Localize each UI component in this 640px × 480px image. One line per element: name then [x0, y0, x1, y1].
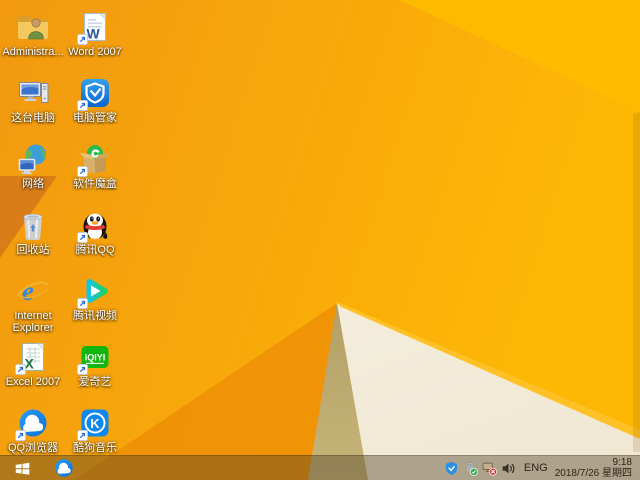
desktop-icon-excel-2007[interactable]: X Excel 2007 — [2, 336, 64, 402]
desktop-icon-network[interactable]: 网络 — [2, 138, 64, 204]
desktop-icon-word-2007[interactable]: W Word 2007 — [64, 6, 126, 72]
qq-browser-icon — [53, 457, 75, 479]
desktop-icon-grid: Administra... W Word 2007 这台电脑 电脑管家网络 软件魔盒回收站… — [2, 6, 126, 468]
desktop-icon-label: 软件魔盒 — [73, 178, 117, 190]
internet-explorer-icon: e — [16, 274, 50, 308]
iqiyi-icon: iQIYI — [78, 340, 112, 374]
desktop-icon-label: Internet Explorer — [2, 310, 64, 335]
shortcut-arrow-icon — [15, 430, 26, 441]
network-icon — [16, 142, 50, 176]
svg-text:iQIYI: iQIYI — [85, 353, 106, 363]
tencent-video-icon — [78, 274, 112, 308]
clock-time: 9:18 — [555, 457, 632, 469]
desktop-icon-user-folder[interactable]: Administra... — [2, 6, 64, 72]
this-pc-icon — [16, 76, 50, 110]
desktop-icon-label: 网络 — [22, 178, 44, 190]
shortcut-arrow-icon — [77, 232, 88, 243]
desktop-icon-label: 腾讯QQ — [75, 244, 114, 256]
clock-date: 2018/7/26 星期四 — [555, 468, 632, 480]
shortcut-arrow-icon — [77, 364, 88, 375]
shortcut-arrow-icon — [77, 34, 88, 45]
excel-2007-icon: X — [16, 340, 50, 374]
desktop-icon-label: Administra... — [2, 46, 63, 58]
system-tray — [444, 456, 516, 480]
desktop-icon-this-pc[interactable]: 这台电脑 — [2, 72, 64, 138]
taskbar: ENG 9:18 2018/7/26 星期四 — [0, 455, 640, 480]
desktop-icon-pc-manager[interactable]: 电脑管家 — [64, 72, 126, 138]
svg-text:K: K — [90, 416, 100, 431]
tencent-qq-icon — [78, 208, 112, 242]
pc-manager-tray-icon[interactable] — [444, 461, 459, 476]
desktop-icon-internet-explorer[interactable]: e Internet Explorer — [2, 270, 64, 336]
software-box-icon — [78, 142, 112, 176]
recycle-bin-icon — [16, 208, 50, 242]
shortcut-arrow-icon — [15, 364, 26, 375]
desktop-icon-label: QQ浏览器 — [8, 442, 58, 454]
desktop-icon-tencent-video[interactable]: 腾讯视频 — [64, 270, 126, 336]
taskbar-item-qq-browser[interactable] — [44, 457, 84, 479]
network-error-tray-icon[interactable] — [482, 461, 497, 476]
qq-browser-icon — [16, 406, 50, 440]
usb-safe-tray-icon[interactable] — [463, 461, 478, 476]
shortcut-arrow-icon — [77, 298, 88, 309]
desktop-icon-label: Excel 2007 — [6, 376, 60, 388]
windows-flag-icon — [13, 459, 32, 478]
svg-text:e: e — [22, 276, 34, 306]
desktop-icon-recycle-bin[interactable]: 回收站 — [2, 204, 64, 270]
start-button[interactable] — [0, 456, 44, 480]
desktop-icon-software-box[interactable]: 软件魔盒 — [64, 138, 126, 204]
shortcut-arrow-icon — [77, 100, 88, 111]
volume-tray-icon[interactable] — [501, 461, 516, 476]
desktop-icon-iqiyi[interactable]: iQIYI 爱奇艺 — [64, 336, 126, 402]
taskbar-clock[interactable]: 9:18 2018/7/26 星期四 — [555, 457, 632, 480]
pc-manager-icon — [78, 76, 112, 110]
word-2007-icon: W — [78, 10, 112, 44]
language-indicator[interactable]: ENG — [524, 462, 548, 474]
desktop-icon-label: 酷狗音乐 — [73, 442, 117, 454]
desktop-icon-label: 回收站 — [17, 244, 50, 256]
svg-text:X: X — [25, 356, 35, 372]
desktop-icon-label: 电脑管家 — [73, 112, 117, 124]
desktop-icon-tencent-qq[interactable]: 腾讯QQ — [64, 204, 126, 270]
svg-text:W: W — [87, 26, 101, 42]
taskbar-pinned-items — [44, 457, 84, 479]
desktop-icon-label: Word 2007 — [68, 46, 122, 58]
desktop-icon-label: 腾讯视频 — [73, 310, 117, 322]
shortcut-arrow-icon — [77, 166, 88, 177]
desktop-icon-label: 爱奇艺 — [79, 376, 112, 388]
desktop-icon-label: 这台电脑 — [11, 112, 55, 124]
kugou-music-icon: K — [78, 406, 112, 440]
user-folder-icon — [16, 10, 50, 44]
shortcut-arrow-icon — [77, 430, 88, 441]
